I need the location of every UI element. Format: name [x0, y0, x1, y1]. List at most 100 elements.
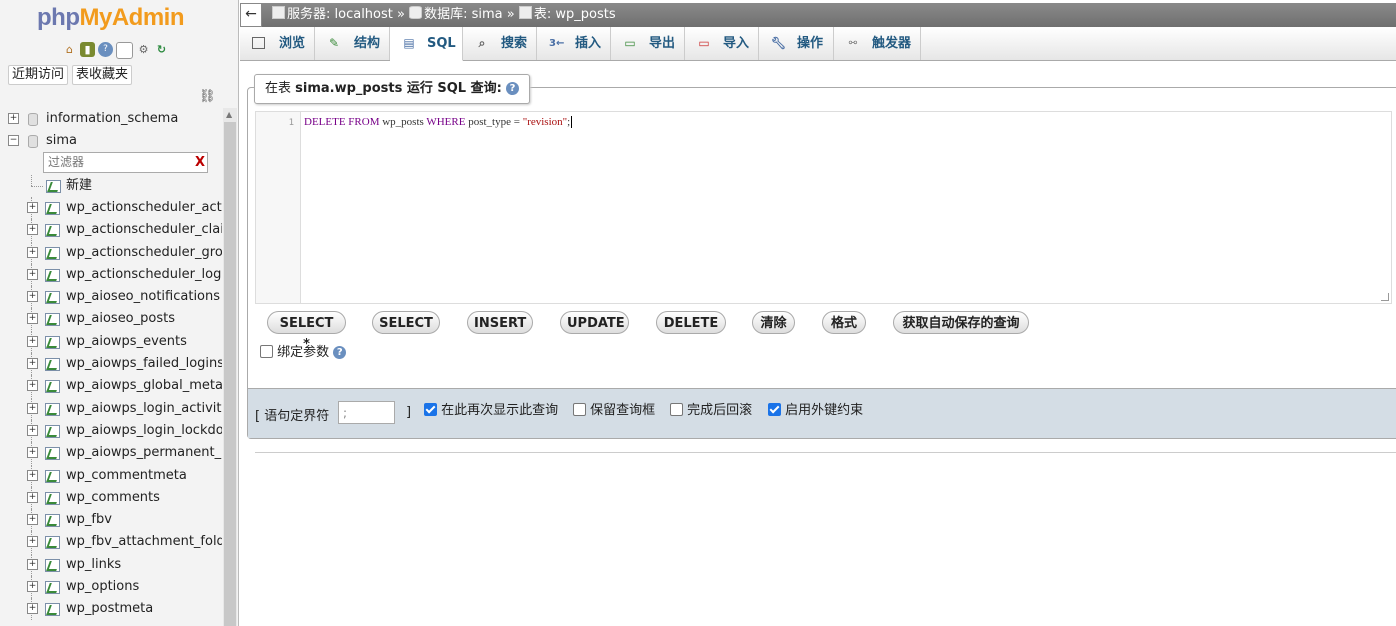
foreign-keys-label[interactable]: 启用外键约束 — [785, 403, 863, 418]
tree-item-table[interactable]: + wp_aiowps_failed_logins — [0, 353, 222, 376]
help-icon[interactable]: ? — [333, 346, 347, 359]
tab-structure[interactable]: ✎ 结构 — [315, 27, 390, 60]
scroll-up-icon[interactable]: ▲ — [226, 110, 232, 119]
settings-icon[interactable]: ⚙ — [136, 42, 151, 57]
breadcrumb-server[interactable]: 服务器: localhost — [287, 7, 393, 22]
reload-icon[interactable]: ↻ — [154, 42, 169, 57]
clear-button[interactable]: 清除 — [752, 311, 795, 334]
tree-item-table[interactable]: + wp_aiowps_global_meta — [0, 375, 222, 398]
bind-parameters-checkbox[interactable] — [260, 345, 273, 358]
expand-icon[interactable]: + — [27, 246, 38, 258]
expand-icon[interactable]: + — [27, 402, 38, 414]
show-query-option[interactable]: 在此再次显示此查询 — [424, 399, 558, 418]
resize-handle[interactable] — [1381, 293, 1389, 301]
tree-item-table[interactable]: + wp_aiowps_login_activity — [0, 397, 222, 420]
expand-icon[interactable]: + — [27, 603, 38, 615]
select-all-button[interactable]: SELECT * — [267, 311, 346, 352]
expand-icon[interactable]: + — [27, 447, 38, 459]
help-icon[interactable]: ? — [505, 82, 519, 95]
tree-item-table[interactable]: + wp_aiowps_login_lockdown — [0, 419, 222, 442]
breadcrumb-table[interactable]: 表: wp_posts — [534, 7, 616, 22]
insert-button[interactable]: INSERT — [467, 311, 533, 334]
rollback-option[interactable]: 完成后回滚 — [670, 399, 752, 418]
phpmyadmin-logo[interactable]: phpMyAdmin — [37, 4, 184, 32]
tree-item-new[interactable]: 新建 — [0, 175, 222, 197]
bind-parameters-label[interactable]: 绑定参数 — [277, 345, 329, 360]
logout-icon[interactable]: ▮ — [80, 42, 95, 57]
tree-item-table[interactable]: + wp_options — [0, 576, 222, 599]
tree-item-table[interactable]: + wp_actionscheduler_actions — [0, 197, 222, 219]
sql-editor-area[interactable] — [301, 112, 1391, 303]
tree-item-table[interactable]: + wp_actionscheduler_logs — [0, 263, 222, 286]
tree-item-table[interactable]: + wp_commentmeta — [0, 464, 222, 487]
navigation-scrollbar[interactable]: ▲ — [223, 108, 237, 626]
tab-search[interactable]: ⌕ 搜索 — [463, 27, 537, 60]
retain-box-option[interactable]: 保留查询框 — [573, 399, 655, 418]
tab-browse[interactable]: 浏览 — [240, 27, 315, 60]
expand-icon[interactable]: + — [27, 224, 38, 236]
tree-item-table[interactable]: + wp_fbv — [0, 509, 222, 532]
tab-operations[interactable]: 🔧︎ 操作 — [759, 27, 834, 60]
update-button[interactable]: UPDATE — [560, 311, 629, 334]
tree-item-sima[interactable]: − sima — [0, 130, 222, 152]
foreign-keys-option[interactable]: 启用外键约束 — [768, 399, 863, 418]
tree-item-information-schema[interactable]: + information_schema — [0, 108, 222, 130]
expand-icon[interactable]: + — [27, 291, 38, 303]
delete-button[interactable]: DELETE — [656, 311, 726, 334]
docs-icon[interactable] — [116, 42, 133, 59]
collapse-icon[interactable]: − — [8, 135, 19, 146]
tab-export[interactable]: ▭ 导出 — [611, 27, 685, 60]
expand-icon[interactable]: + — [27, 358, 38, 370]
expand-icon[interactable]: + — [27, 536, 38, 548]
expand-icon[interactable]: + — [27, 491, 38, 503]
expand-icon[interactable]: + — [27, 268, 38, 280]
expand-icon[interactable]: + — [27, 558, 38, 570]
expand-icon[interactable]: + — [27, 424, 38, 436]
show-query-checkbox[interactable] — [424, 403, 437, 416]
select-button[interactable]: SELECT — [372, 311, 440, 334]
sql-editor[interactable]: 1 DELETE FROM wp_posts WHERE post_type =… — [255, 111, 1392, 304]
tree-item-table[interactable]: + wp_actionscheduler_groups — [0, 241, 222, 264]
tree-item-table[interactable]: + wp_aiowps_events — [0, 330, 222, 353]
tree-item-table[interactable]: + wp_fbv_attachment_folder — [0, 531, 222, 554]
retain-box-checkbox[interactable] — [573, 403, 586, 416]
sql-code[interactable]: DELETE FROM wp_posts WHERE post_type = "… — [304, 116, 573, 128]
expand-icon[interactable]: + — [27, 202, 38, 213]
show-query-label[interactable]: 在此再次显示此查询 — [441, 403, 558, 418]
expand-icon[interactable]: + — [27, 514, 38, 526]
tree-item-table[interactable]: + wp_actionscheduler_claims — [0, 219, 222, 242]
filter-input[interactable] — [44, 153, 192, 170]
rollback-checkbox[interactable] — [670, 403, 683, 416]
get-autosaved-query-button[interactable]: 获取自动保存的查询 — [893, 311, 1029, 334]
rollback-label[interactable]: 完成后回滚 — [687, 403, 752, 418]
breadcrumb-database[interactable]: 数据库: sima — [424, 7, 503, 22]
format-button[interactable]: 格式 — [822, 311, 866, 334]
recent-button[interactable]: 近期访问 — [8, 65, 69, 85]
expand-icon[interactable]: + — [27, 335, 38, 347]
foreign-keys-checkbox[interactable] — [768, 403, 781, 416]
back-button[interactable]: ← — [240, 3, 262, 27]
filter-clear-button[interactable]: X — [195, 153, 205, 172]
home-icon[interactable]: ⌂ — [62, 42, 77, 57]
help-icon[interactable]: ? — [98, 42, 113, 57]
tree-item-table[interactable]: + wp_aiowps_permanent_block — [0, 442, 222, 465]
expand-icon[interactable]: + — [27, 313, 38, 325]
link-icon[interactable]: ⛓ — [199, 89, 216, 104]
expand-icon[interactable]: + — [27, 581, 38, 593]
delimiter-input[interactable] — [338, 401, 395, 424]
tree-item-table[interactable]: + wp_comments — [0, 486, 222, 509]
retain-box-label[interactable]: 保留查询框 — [590, 403, 655, 418]
tab-sql[interactable]: ▤ SQL — [390, 27, 463, 61]
tab-triggers[interactable]: ⚯ 触发器 — [834, 27, 921, 60]
expand-icon[interactable]: + — [8, 113, 19, 124]
tree-item-table[interactable]: + wp_aioseo_posts — [0, 308, 222, 331]
tab-import[interactable]: ▭ 导入 — [685, 27, 759, 60]
scrollbar-thumb[interactable] — [224, 122, 236, 626]
favorites-button[interactable]: 表收藏夹 — [72, 65, 133, 85]
filter-field[interactable]: X — [43, 152, 208, 173]
tree-item-table[interactable]: + wp_aioseo_notifications — [0, 286, 222, 309]
expand-icon[interactable]: + — [27, 469, 38, 481]
tree-item-table[interactable]: + wp_postmeta — [0, 598, 222, 621]
tree-item-table[interactable]: + wp_links — [0, 553, 222, 576]
expand-icon[interactable]: + — [27, 380, 38, 392]
